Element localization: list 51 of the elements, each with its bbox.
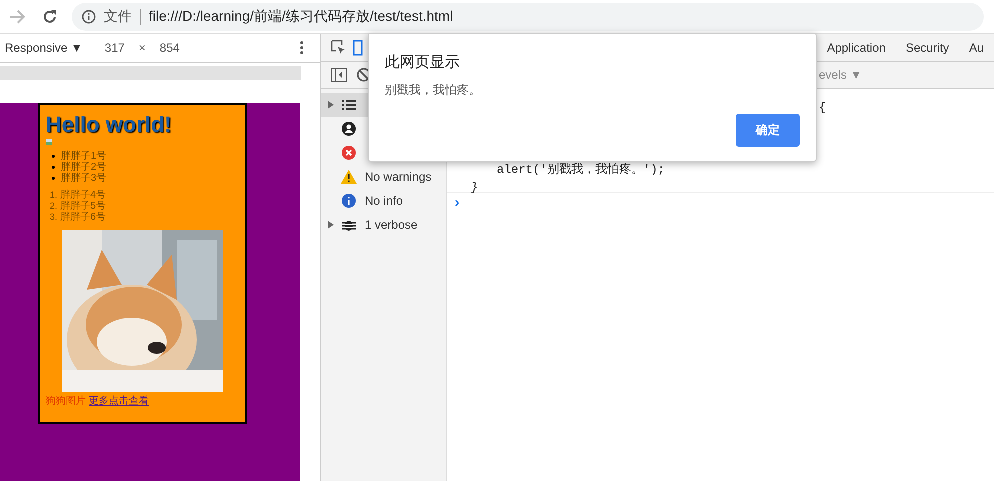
user-circle-icon [342, 122, 356, 136]
console-prompt[interactable]: › [455, 193, 994, 211]
warning-icon [341, 170, 357, 184]
height-field[interactable]: 854 [150, 39, 190, 57]
dialog-message: 别戳我，我怕疼。 [385, 82, 482, 98]
code-text: alert('别戳我，我怕疼。'); [497, 163, 666, 177]
console-sidebar-item[interactable]: No info [321, 189, 446, 213]
more-link[interactable]: 更多点击查看 [89, 396, 149, 408]
list-item-text: 胖胖子6号 [60, 212, 106, 223]
list-number: 2. [50, 201, 58, 212]
broken-image-icon [46, 139, 52, 145]
list-item-text: 胖胖子3号 [61, 173, 107, 184]
inspect-icon[interactable] [331, 40, 347, 56]
error-icon [342, 146, 356, 160]
console-sidebar-item[interactable]: 1 verbose [321, 213, 446, 237]
devtools-tab[interactable]: Au [959, 34, 994, 61]
dialog-title: 此网页显示 [385, 53, 461, 73]
list-number: 3. [50, 212, 58, 223]
responsive-dropdown[interactable]: Responsive ▼ [5, 39, 83, 57]
info-icon [342, 194, 356, 208]
device-icon[interactable] [353, 40, 363, 56]
address-bar[interactable]: 文件 file:///D:/learning/前端/练习代码存放/test/test.html [72, 2, 984, 30]
bullet-icon [52, 166, 55, 169]
page-heading: Hello world! [46, 113, 173, 137]
url-text: file:///D:/learning/前端/练习代码存放/test/test.html [149, 7, 454, 26]
bullet-icon [52, 155, 55, 158]
code-text: { [819, 101, 826, 115]
list-item-text: 胖胖子4号 [60, 190, 106, 201]
sidebar-item-label: No info [365, 193, 404, 210]
times-sign: × [138, 40, 146, 57]
sidebar-toggle-icon[interactable] [331, 68, 347, 82]
more-icon[interactable] [300, 41, 304, 55]
expand-triangle-icon[interactable] [328, 221, 334, 229]
footer-text: 狗狗图片 [46, 396, 86, 408]
sidebar-item-label: 1 verbose [365, 217, 418, 234]
devtools-tab[interactable]: Security [896, 34, 960, 61]
list-item-text: 胖胖子5号 [60, 201, 106, 212]
list-icon [342, 100, 356, 110]
list-number: 1. [50, 190, 58, 201]
console-sidebar-item[interactable]: No warnings [321, 165, 446, 189]
code-text: } [471, 181, 478, 195]
reload-icon[interactable] [42, 8, 58, 24]
bullet-icon [52, 177, 55, 180]
devtools-tab[interactable]: Application [817, 34, 896, 61]
ok-button[interactable]: 确定 [736, 114, 800, 146]
list-item-text: 胖胖子1号 [61, 151, 107, 162]
sidebar-item-label: No warnings [365, 169, 432, 186]
list-item-text: 胖胖子2号 [61, 162, 107, 173]
address-prefix: 文件 [104, 7, 132, 26]
expand-triangle-icon[interactable] [328, 101, 334, 109]
info-icon [82, 10, 96, 24]
